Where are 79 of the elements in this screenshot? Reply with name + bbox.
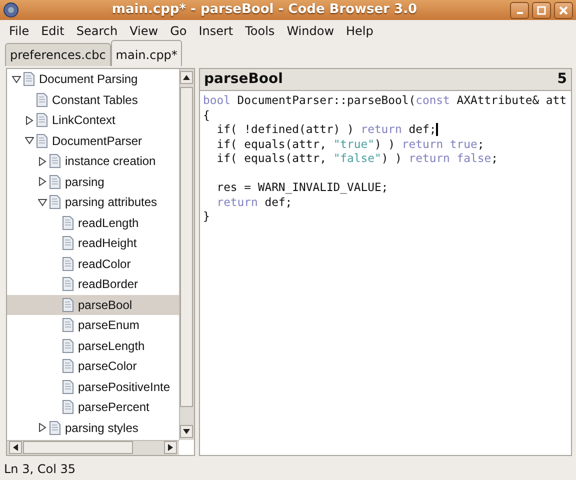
menu-item[interactable]: Help [340, 22, 380, 40]
tree-item[interactable]: parsing [7, 172, 179, 192]
tree-item[interactable]: readLength [7, 212, 179, 233]
tree-item[interactable]: readColor [7, 254, 179, 274]
tree-item[interactable]: parsePercent [7, 397, 179, 418]
menu-item[interactable]: Window [280, 22, 340, 40]
status-text: Ln 3, Col 35 [4, 461, 76, 478]
document-icon [62, 216, 74, 230]
vertical-scrollbar[interactable] [179, 69, 194, 440]
app-icon[interactable] [3, 2, 19, 18]
document-icon [62, 338, 74, 353]
tree-item[interactable]: DocumentParser [7, 130, 179, 151]
tree-item[interactable]: readHeight [7, 233, 179, 254]
expand-arrow-icon[interactable] [38, 423, 47, 432]
code-line: } [203, 209, 211, 224]
menu-item[interactable]: File [3, 22, 36, 40]
file-tab[interactable]: main.cpp* [110, 40, 182, 66]
document-icon [62, 359, 74, 374]
code-line: { [203, 108, 211, 122]
document-icon [23, 72, 35, 86]
up-arrow-icon[interactable] [183, 75, 190, 80]
code-editor[interactable] [199, 68, 572, 456]
tree-item[interactable]: parseColor [7, 356, 179, 376]
maximize-button[interactable] [532, 2, 551, 18]
right-arrow-icon[interactable] [168, 444, 173, 451]
tree-item[interactable]: parseEnum [7, 315, 179, 336]
code-line: bool DocumentParser::parseBool(const AXAttribute& att [203, 93, 568, 108]
menu-item[interactable]: Go [164, 22, 193, 40]
tree-item[interactable]: LinkContext [7, 110, 179, 130]
expand-arrow-icon[interactable] [38, 156, 47, 166]
document-icon [62, 400, 74, 414]
document-icon [49, 195, 61, 210]
document-icon [62, 298, 74, 312]
document-icon [49, 420, 61, 435]
menu-item[interactable]: Edit [35, 22, 70, 40]
collapse-arrow-icon[interactable] [12, 74, 21, 84]
down-arrow-icon[interactable] [183, 429, 190, 434]
document-icon [62, 318, 74, 332]
expand-arrow-icon[interactable] [25, 116, 34, 125]
window-title: main.cpp* - parseBool - Code Browser 3.0 [112, 2, 418, 18]
document-icon [36, 134, 48, 148]
code-line: if( equals(attr, "true") ) return true; [216, 136, 486, 151]
tree-item[interactable]: Constant Tables [7, 90, 179, 110]
document-icon [49, 174, 61, 189]
menu-item[interactable]: Insert [192, 22, 240, 40]
tree-item[interactable]: parsePositiveInte [7, 376, 179, 397]
close-icon [559, 6, 568, 14]
collapse-arrow-icon[interactable] [25, 136, 34, 146]
document-icon [62, 256, 74, 271]
horizontal-scrollbar[interactable] [7, 440, 179, 455]
maximize-icon [537, 6, 546, 14]
menu-item[interactable]: Search [70, 22, 124, 40]
minimize-button[interactable] [510, 2, 529, 18]
tree-item[interactable]: parseBool [7, 294, 179, 315]
tree-item[interactable]: instance creation [7, 151, 179, 172]
document-icon [62, 236, 74, 250]
expand-arrow-icon[interactable] [38, 177, 47, 186]
close-button[interactable] [554, 2, 573, 18]
tree-item[interactable]: parsing styles [7, 418, 179, 438]
code-line: res = WARN_INVALID_VALUE; [216, 180, 390, 194]
tree-item[interactable]: readBorder [7, 274, 179, 294]
tree-item[interactable]: parsing attributes [7, 192, 179, 212]
code-line: if( !defined(attr) ) return def; [216, 122, 436, 136]
left-arrow-icon[interactable] [13, 444, 18, 451]
document-icon [49, 154, 61, 168]
document-icon [62, 380, 74, 394]
menu-item[interactable]: View [124, 22, 164, 40]
document-icon [62, 277, 74, 292]
code-line: if( equals(attr, "false") ) return false; [216, 151, 499, 166]
code-line: return def; [216, 194, 294, 209]
tree-item[interactable]: Document Parsing [7, 69, 179, 90]
item-count: 5 [557, 70, 567, 89]
document-icon [36, 92, 48, 107]
file-tab[interactable]: preferences.cbc [5, 43, 111, 66]
menu-item[interactable]: Tools [239, 22, 281, 40]
tree-item[interactable]: parseLength [7, 336, 179, 356]
function-title: parseBool [204, 70, 283, 89]
document-icon [36, 113, 48, 128]
collapse-arrow-icon[interactable] [38, 198, 47, 207]
